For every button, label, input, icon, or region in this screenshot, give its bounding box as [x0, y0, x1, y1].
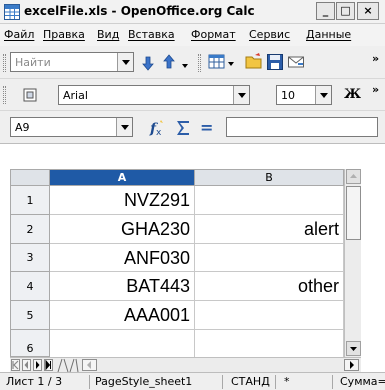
email-icon[interactable]: [287, 53, 305, 71]
find-placeholder: Найти: [15, 56, 51, 69]
document-modified-indicator: *: [284, 375, 290, 388]
sheet-position: Лист 1 / 3: [6, 375, 63, 388]
menu-bar: Файл Правка Вид Вставка Формат Сервис Да…: [0, 24, 385, 46]
chevron-down-icon[interactable]: [117, 53, 133, 71]
status-divider: [89, 375, 90, 389]
select-all-corner[interactable]: [10, 169, 50, 186]
cell-b1[interactable]: [195, 186, 344, 215]
status-divider: [275, 375, 276, 389]
equals-button[interactable]: =: [200, 118, 213, 137]
open-folder-icon[interactable]: [245, 52, 263, 70]
menu-insert[interactable]: Вставка: [128, 28, 175, 41]
close-button[interactable]: ×: [357, 2, 379, 20]
status-bar: Лист 1 / 3 PageStyle_sheet1 СТАНД * Сумм…: [0, 372, 385, 390]
sum-readout: Сумма=: [340, 375, 385, 388]
find-toolbar: Найти »: [0, 46, 385, 79]
menu-view[interactable]: Вид: [97, 28, 119, 41]
menu-data[interactable]: Данные: [306, 28, 351, 41]
cell-b5[interactable]: [195, 301, 344, 330]
vertical-scrollbar[interactable]: [344, 169, 361, 357]
status-divider: [222, 375, 223, 389]
scroll-down-arrow-icon[interactable]: [346, 341, 361, 356]
cell-b4[interactable]: other: [195, 272, 344, 301]
toolbar-overflow-icon[interactable]: »: [372, 52, 379, 65]
menu-tools[interactable]: Сервис: [249, 28, 290, 41]
minimize-button[interactable]: _: [316, 2, 335, 20]
sheet-tab-divider-icon[interactable]: [56, 358, 80, 372]
row-header[interactable]: 5: [10, 301, 50, 330]
menu-file[interactable]: Файл: [4, 28, 34, 41]
cell-a1[interactable]: NVZ291: [50, 186, 195, 215]
cell-a5[interactable]: AAA001: [50, 301, 195, 330]
column-header-a[interactable]: A: [50, 169, 195, 186]
cell-b6[interactable]: [195, 330, 344, 357]
menu-format[interactable]: Формат: [191, 28, 236, 41]
column-header-b[interactable]: B: [195, 169, 344, 186]
toolbar-overflow-icon[interactable]: »: [372, 83, 379, 96]
cell-a2[interactable]: GHA230: [50, 215, 195, 244]
font-name-value: Arial: [63, 89, 88, 102]
next-sheet-icon[interactable]: [33, 359, 42, 371]
scroll-right-arrow-icon[interactable]: [344, 359, 359, 371]
font-name-select[interactable]: Arial: [58, 85, 250, 105]
font-size-select[interactable]: 10: [276, 85, 332, 105]
cell-a6[interactable]: [50, 330, 195, 357]
calc-app-icon: [4, 4, 20, 20]
maximize-button[interactable]: □: [336, 2, 355, 20]
chevron-down-icon[interactable]: [233, 86, 249, 104]
sum-icon[interactable]: [174, 118, 192, 138]
chevron-down-icon[interactable]: [116, 118, 132, 136]
name-box[interactable]: A9: [10, 117, 133, 137]
selection-mode[interactable]: СТАНД: [231, 375, 270, 389]
chevron-down-icon[interactable]: [315, 86, 331, 104]
toolbar-options-icon[interactable]: [180, 55, 190, 73]
previous-sheet-icon[interactable]: [22, 359, 31, 371]
function-wizard-icon[interactable]: f x: [148, 118, 168, 138]
font-size-value: 10: [281, 89, 295, 102]
cell-a4[interactable]: BAT443: [50, 272, 195, 301]
scroll-left-arrow-icon[interactable]: [82, 359, 97, 371]
menu-edit[interactable]: Правка: [43, 28, 85, 41]
formula-bar: A9 f x =: [0, 111, 385, 144]
find-previous-up-icon[interactable]: [160, 53, 178, 71]
styles-icon[interactable]: [22, 86, 40, 104]
cell-b2[interactable]: alert: [195, 215, 344, 244]
find-next-down-icon[interactable]: [139, 54, 157, 72]
row-header[interactable]: 6: [10, 330, 50, 357]
toolbar-grip[interactable]: [3, 54, 6, 72]
save-icon[interactable]: [266, 53, 284, 71]
formatting-toolbar: Arial 10 Ж »: [0, 79, 385, 111]
cell-b3[interactable]: [195, 244, 344, 272]
find-input[interactable]: Найти: [10, 52, 134, 72]
first-sheet-icon[interactable]: [11, 359, 20, 371]
name-box-value: A9: [15, 121, 30, 134]
row-header[interactable]: 3: [10, 244, 50, 272]
title-bar: excelFile.xls - OpenOffice.org Calc _ □ …: [0, 0, 385, 24]
vertical-scroll-thumb[interactable]: [346, 186, 361, 240]
page-style[interactable]: PageStyle_sheet1: [95, 375, 192, 389]
row-header[interactable]: 1: [10, 186, 50, 215]
row-header[interactable]: 2: [10, 215, 50, 244]
toolbar-grip[interactable]: [3, 86, 6, 104]
toolbar-grip[interactable]: [198, 54, 201, 72]
last-sheet-icon[interactable]: [44, 359, 53, 371]
bold-button[interactable]: Ж: [344, 87, 361, 102]
spreadsheet-grid: A B 1 NVZ291 2 GHA230 alert 3 ANF030 4 B…: [0, 144, 385, 372]
chevron-down-icon[interactable]: [226, 56, 236, 74]
table-icon[interactable]: [208, 53, 226, 71]
scroll-up-arrow-icon[interactable]: [346, 169, 361, 184]
horizontal-scroll-track[interactable]: [100, 359, 343, 372]
window-title: excelFile.xls - OpenOffice.org Calc: [24, 4, 255, 18]
sheet-tab-bar: [10, 357, 361, 372]
row-header[interactable]: 4: [10, 272, 50, 301]
cell-a3[interactable]: ANF030: [50, 244, 195, 272]
formula-input[interactable]: [226, 117, 378, 137]
svg-text:x: x: [156, 128, 162, 138]
status-divider: [332, 375, 333, 389]
